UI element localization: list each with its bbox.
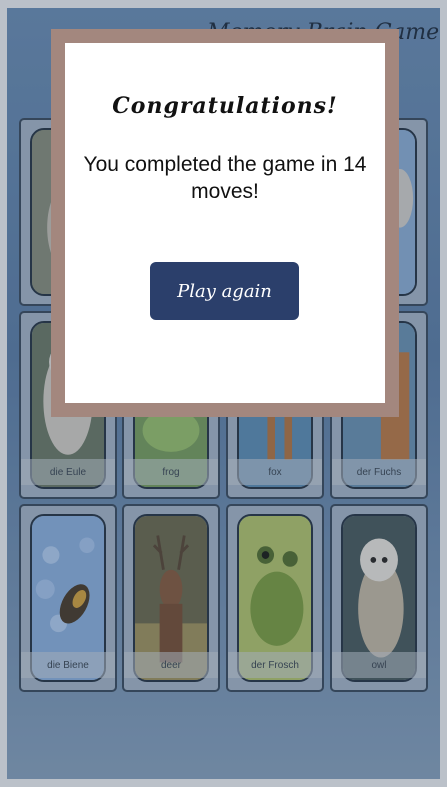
dialog-heading: Congratulations!	[112, 93, 338, 119]
congratulations-dialog: Congratulations! You completed the game …	[51, 29, 399, 417]
dialog-message: You completed the game in 14 moves!	[83, 153, 367, 203]
dialog-content: Congratulations! You completed the game …	[65, 43, 385, 403]
play-again-button[interactable]: Play again	[150, 262, 299, 320]
